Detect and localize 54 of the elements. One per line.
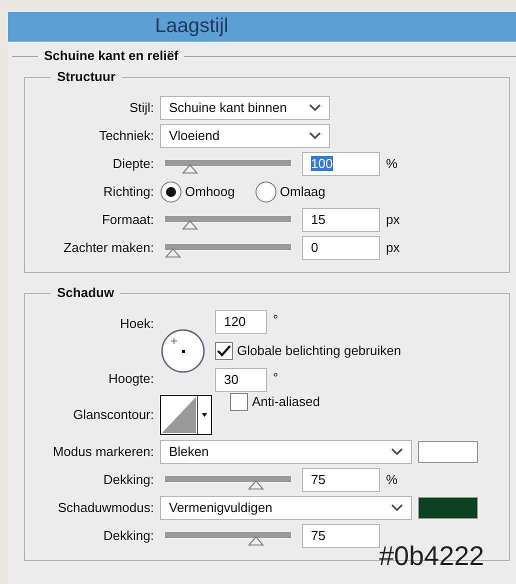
- slider-thumb[interactable]: [248, 480, 264, 490]
- dropdown[interactable]: Bleken: [160, 440, 412, 464]
- degree-label: °: [273, 369, 278, 387]
- field-label: Dekking:: [102, 527, 155, 546]
- number-field[interactable]: 15: [302, 208, 380, 232]
- field-label: Zachter maken:: [62, 239, 155, 258]
- chevron-icon: [309, 132, 321, 140]
- field-label: Glanscontour:: [72, 406, 155, 424]
- radio-label: Omlaag: [280, 183, 326, 202]
- slider-thumb[interactable]: [248, 536, 264, 546]
- color-code-annotation: #0b4222: [379, 540, 484, 572]
- slider-thumb[interactable]: [182, 220, 198, 230]
- number-field[interactable]: 0: [302, 236, 380, 260]
- color-swatch[interactable]: [418, 497, 478, 519]
- field-label: Stijl:: [128, 99, 155, 118]
- slider-thumb[interactable]: [182, 164, 198, 174]
- number-field[interactable]: 75: [302, 524, 380, 548]
- contour-picker[interactable]: [160, 395, 212, 435]
- contour-curve-icon: [161, 396, 197, 434]
- chevron-icon: [391, 448, 403, 456]
- field-label: Hoek:: [119, 315, 155, 333]
- checkbox-label: Anti-aliased: [252, 393, 320, 411]
- field-label: Hoogte:: [107, 370, 155, 388]
- unit-label: px: [386, 239, 400, 258]
- window-title: Laagstijl: [155, 14, 228, 39]
- slider-thumb[interactable]: [165, 248, 181, 258]
- field-label: Richting:: [102, 183, 155, 202]
- checkbox-label: Globale belichting gebruiken: [237, 342, 402, 360]
- unit-label: px: [386, 211, 400, 230]
- field-label: Schaduwmodus:: [56, 499, 155, 518]
- field-label: Dekking:: [102, 471, 155, 490]
- color-swatch[interactable]: [418, 441, 478, 463]
- field-label: Diepte:: [112, 155, 155, 174]
- degree-label: °: [273, 311, 278, 329]
- number-field[interactable]: 75: [302, 468, 380, 492]
- dropdown[interactable]: Vloeiend: [160, 124, 330, 148]
- number-field[interactable]: 30: [215, 368, 267, 392]
- checkbox[interactable]: [230, 392, 248, 411]
- number-field[interactable]: 120: [215, 310, 267, 334]
- field-label: Techniek:: [98, 127, 155, 146]
- field-label: Modus markeren:: [52, 443, 155, 462]
- radio-label: Omhoog: [185, 183, 235, 202]
- dropdown[interactable]: Schuine kant binnen: [160, 96, 330, 120]
- unit-label: %: [386, 155, 398, 174]
- angle-dial[interactable]: [160, 328, 206, 374]
- field-label: Formaat:: [100, 211, 155, 230]
- radio-button[interactable]: [254, 181, 277, 203]
- number-field[interactable]: 100: [302, 152, 380, 176]
- chevron-icon: [391, 504, 403, 512]
- chevron-icon: [309, 104, 321, 112]
- checkbox[interactable]: [215, 342, 233, 360]
- unit-label: %: [386, 471, 398, 490]
- radio-button[interactable]: [160, 181, 182, 203]
- dropdown[interactable]: Vermenigvuldigen: [160, 496, 412, 520]
